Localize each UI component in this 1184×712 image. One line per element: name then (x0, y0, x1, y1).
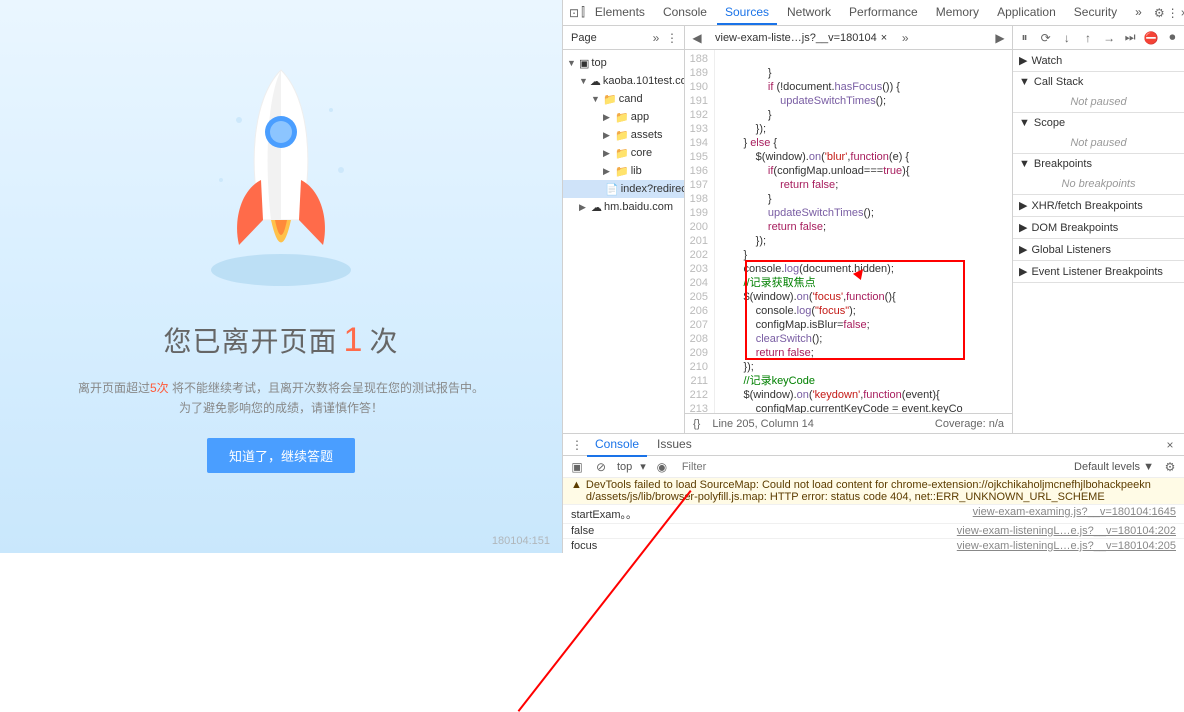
tab-memory[interactable]: Memory (928, 1, 987, 25)
page-more-icon[interactable]: » (648, 30, 664, 46)
dbg-section-header[interactable]: ▶Event Listener Breakpoints (1013, 261, 1184, 282)
dbg-section-header[interactable]: ▶Watch (1013, 50, 1184, 71)
devtools-tabbar: ⊡ ⫿ Elements Console Sources Network Per… (563, 0, 1184, 26)
console-row[interactable]: focusview-exam-listeningL…e.js?__v=18010… (563, 539, 1184, 553)
kebab-icon[interactable]: ⋮ (664, 30, 680, 46)
file-tree[interactable]: ▼▣ top▼☁ kaoba.101test.com▼📁 cand▶📁 app▶… (563, 50, 684, 433)
tree-item[interactable]: 📄 index?redirect=0 (563, 180, 684, 198)
context-select[interactable]: top (617, 461, 632, 473)
cursor-pos: Line 205, Column 14 (712, 418, 814, 430)
debug-tool-icon[interactable]: ⏺ (1165, 30, 1180, 46)
nav-right-icon[interactable]: ▶ (992, 30, 1008, 46)
confirm-button[interactable]: 知道了，继续答题 (207, 438, 355, 473)
debug-toolbar: ⏸ ⟳ ↓ ↑ → ⏭ ⛔ ⏺ (1013, 26, 1184, 50)
tree-item[interactable]: ▶📁 core (563, 144, 684, 162)
clear-icon[interactable]: ⊘ (593, 459, 609, 475)
tab-network[interactable]: Network (779, 1, 839, 25)
dbg-section-body: Not paused (1013, 92, 1184, 112)
file-tab-close-icon[interactable]: × (881, 32, 887, 44)
coverage: Coverage: n/a (935, 418, 1004, 430)
tree-item[interactable]: ▼☁ kaoba.101test.com (563, 72, 684, 90)
close-icon[interactable]: × (1181, 5, 1184, 21)
filter-input[interactable] (678, 459, 858, 475)
drawer-tab-issues[interactable]: Issues (649, 433, 700, 457)
title-count: 1 (344, 321, 364, 360)
console-drawer: ⋮ Console Issues × ▣ ⊘ top▾ ◉ Default le… (563, 433, 1184, 553)
file-more-icon[interactable]: » (897, 30, 913, 46)
tree-item[interactable]: ▶📁 lib (563, 162, 684, 180)
kebab-icon[interactable]: ⋮ (569, 437, 585, 453)
tab-application[interactable]: Application (989, 1, 1064, 25)
file-tab-name: view-exam-liste…js?__v=180104 (715, 32, 877, 44)
tree-item[interactable]: ▼📁 cand (563, 90, 684, 108)
debug-pane: ⏸⟳↓↑→⏭⛔⏺ ▶Watch▼Call StackNot paused▼Sco… (1012, 26, 1184, 433)
console-row[interactable]: startExam。。view-exam-examing.js?__v=1801… (563, 505, 1184, 524)
dbg-section-header[interactable]: ▶Global Listeners (1013, 239, 1184, 260)
devtools: ⊡ ⫿ Elements Console Sources Network Per… (562, 0, 1184, 553)
console-row[interactable]: ▲DevTools failed to load SourceMap: Coul… (563, 478, 1184, 505)
tree-item[interactable]: ▶📁 app (563, 108, 684, 126)
code-pane: ◀ view-exam-liste…js?__v=180104 × » ▶ 18… (685, 26, 1012, 433)
eye-icon[interactable]: ◉ (654, 459, 670, 475)
device-icon[interactable]: ⫿ (581, 5, 585, 21)
console-row[interactable]: falseview-exam-listeningL…e.js?__v=18010… (563, 524, 1184, 539)
file-tab[interactable]: view-exam-liste…js?__v=180104 × (709, 30, 893, 46)
exam-modal: 您已离开页面 1 次 离开页面超过5次 将不能继续考试，且离开次数将会呈现在您的… (0, 0, 562, 553)
tree-item[interactable]: ▼▣ top (563, 54, 684, 72)
dbg-section-header[interactable]: ▼Breakpoints (1013, 154, 1184, 174)
dbg-section-header[interactable]: ▶DOM Breakpoints (1013, 217, 1184, 238)
levels-select[interactable]: Default levels ▼ (1074, 461, 1154, 473)
watermark-br: 180104:151 (492, 535, 550, 547)
code-editor[interactable]: 188 189 190 191 192 193 194 195 196 197 … (685, 50, 1012, 413)
page-pane: Page »⋮ ▼▣ top▼☁ kaoba.101test.com▼📁 can… (563, 26, 685, 433)
tab-elements[interactable]: Elements (587, 1, 653, 25)
console-body[interactable]: ▲DevTools failed to load SourceMap: Coul… (563, 478, 1184, 553)
kebab-icon[interactable]: ⋮ (1167, 5, 1179, 21)
code-lines[interactable]: } if (!document.hasFocus()) { updateSwit… (715, 50, 1012, 413)
tab-performance[interactable]: Performance (841, 1, 926, 25)
inspect-icon[interactable]: ⊡ (569, 5, 579, 21)
tab-sources[interactable]: Sources (717, 1, 777, 25)
page-tab[interactable]: Page (567, 30, 601, 46)
dbg-section-body: No breakpoints (1013, 174, 1184, 194)
debug-tool-icon[interactable]: ⏸ (1017, 30, 1032, 46)
pretty-print-icon[interactable]: {} (693, 418, 700, 430)
rocket-illustration (191, 60, 371, 290)
debug-tool-icon[interactable]: ⛔ (1144, 30, 1159, 46)
nav-left-icon[interactable]: ◀ (689, 30, 705, 46)
tab-console[interactable]: Console (655, 1, 715, 25)
drawer-tab-console[interactable]: Console (587, 433, 647, 457)
tree-item[interactable]: ▶☁ hm.baidu.com (563, 198, 684, 216)
tree-item[interactable]: ▶📁 assets (563, 126, 684, 144)
modal-title: 您已离开页面 1 次 (164, 320, 399, 360)
modal-desc: 离开页面超过5次 将不能继续考试，且离开次数将会呈现在您的测试报告中。 为了避免… (78, 378, 484, 418)
title-pre: 您已离开页面 (164, 320, 338, 360)
debug-tool-icon[interactable]: → (1102, 30, 1117, 46)
debug-tool-icon[interactable]: ⏭ (1123, 30, 1138, 46)
title-post: 次 (369, 320, 398, 360)
sidebar-icon[interactable]: ▣ (569, 459, 585, 475)
dbg-section-body: Not paused (1013, 133, 1184, 153)
gear-icon[interactable]: ⚙ (1162, 459, 1178, 475)
dbg-section-header[interactable]: ▶XHR/fetch Breakpoints (1013, 195, 1184, 216)
dbg-section-header[interactable]: ▼Call Stack (1013, 72, 1184, 92)
gutter: 188 189 190 191 192 193 194 195 196 197 … (685, 50, 715, 413)
dbg-section-header[interactable]: ▼Scope (1013, 113, 1184, 133)
debug-tool-icon[interactable]: ⟳ (1038, 30, 1053, 46)
tab-more[interactable]: » (1127, 1, 1150, 25)
debug-tool-icon[interactable]: ↓ (1059, 30, 1074, 46)
code-status-bar: {} Line 205, Column 14 Coverage: n/a (685, 413, 1012, 433)
gear-icon[interactable]: ⚙ (1154, 5, 1165, 21)
close-icon[interactable]: × (1162, 437, 1178, 453)
debug-tool-icon[interactable]: ↑ (1080, 30, 1095, 46)
tab-security[interactable]: Security (1066, 1, 1125, 25)
